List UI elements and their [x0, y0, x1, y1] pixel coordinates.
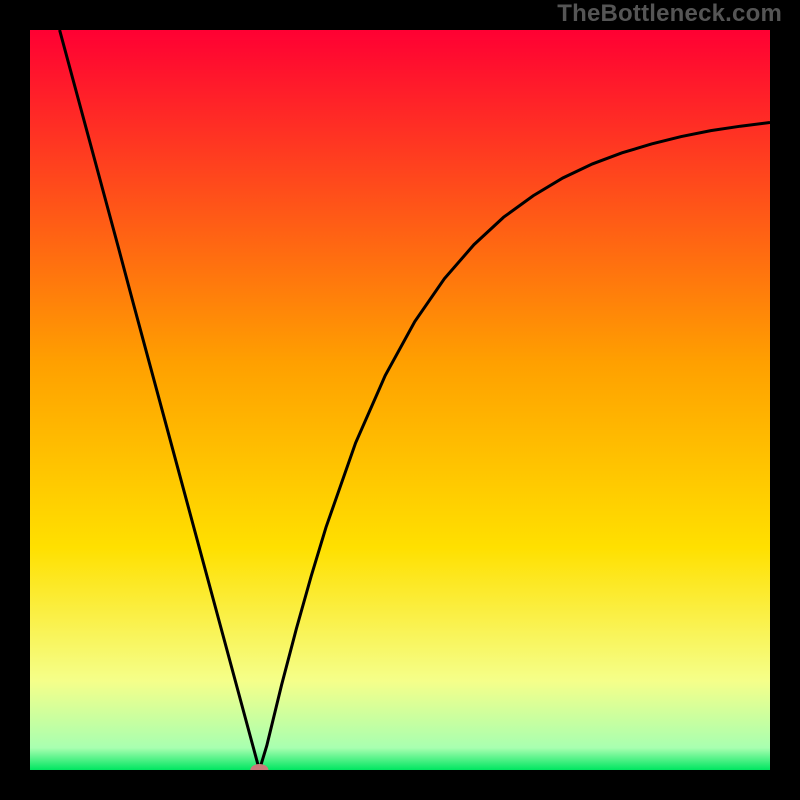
plot-area	[30, 30, 770, 770]
chart-svg	[30, 30, 770, 770]
watermark-label: TheBottleneck.com	[557, 0, 782, 28]
